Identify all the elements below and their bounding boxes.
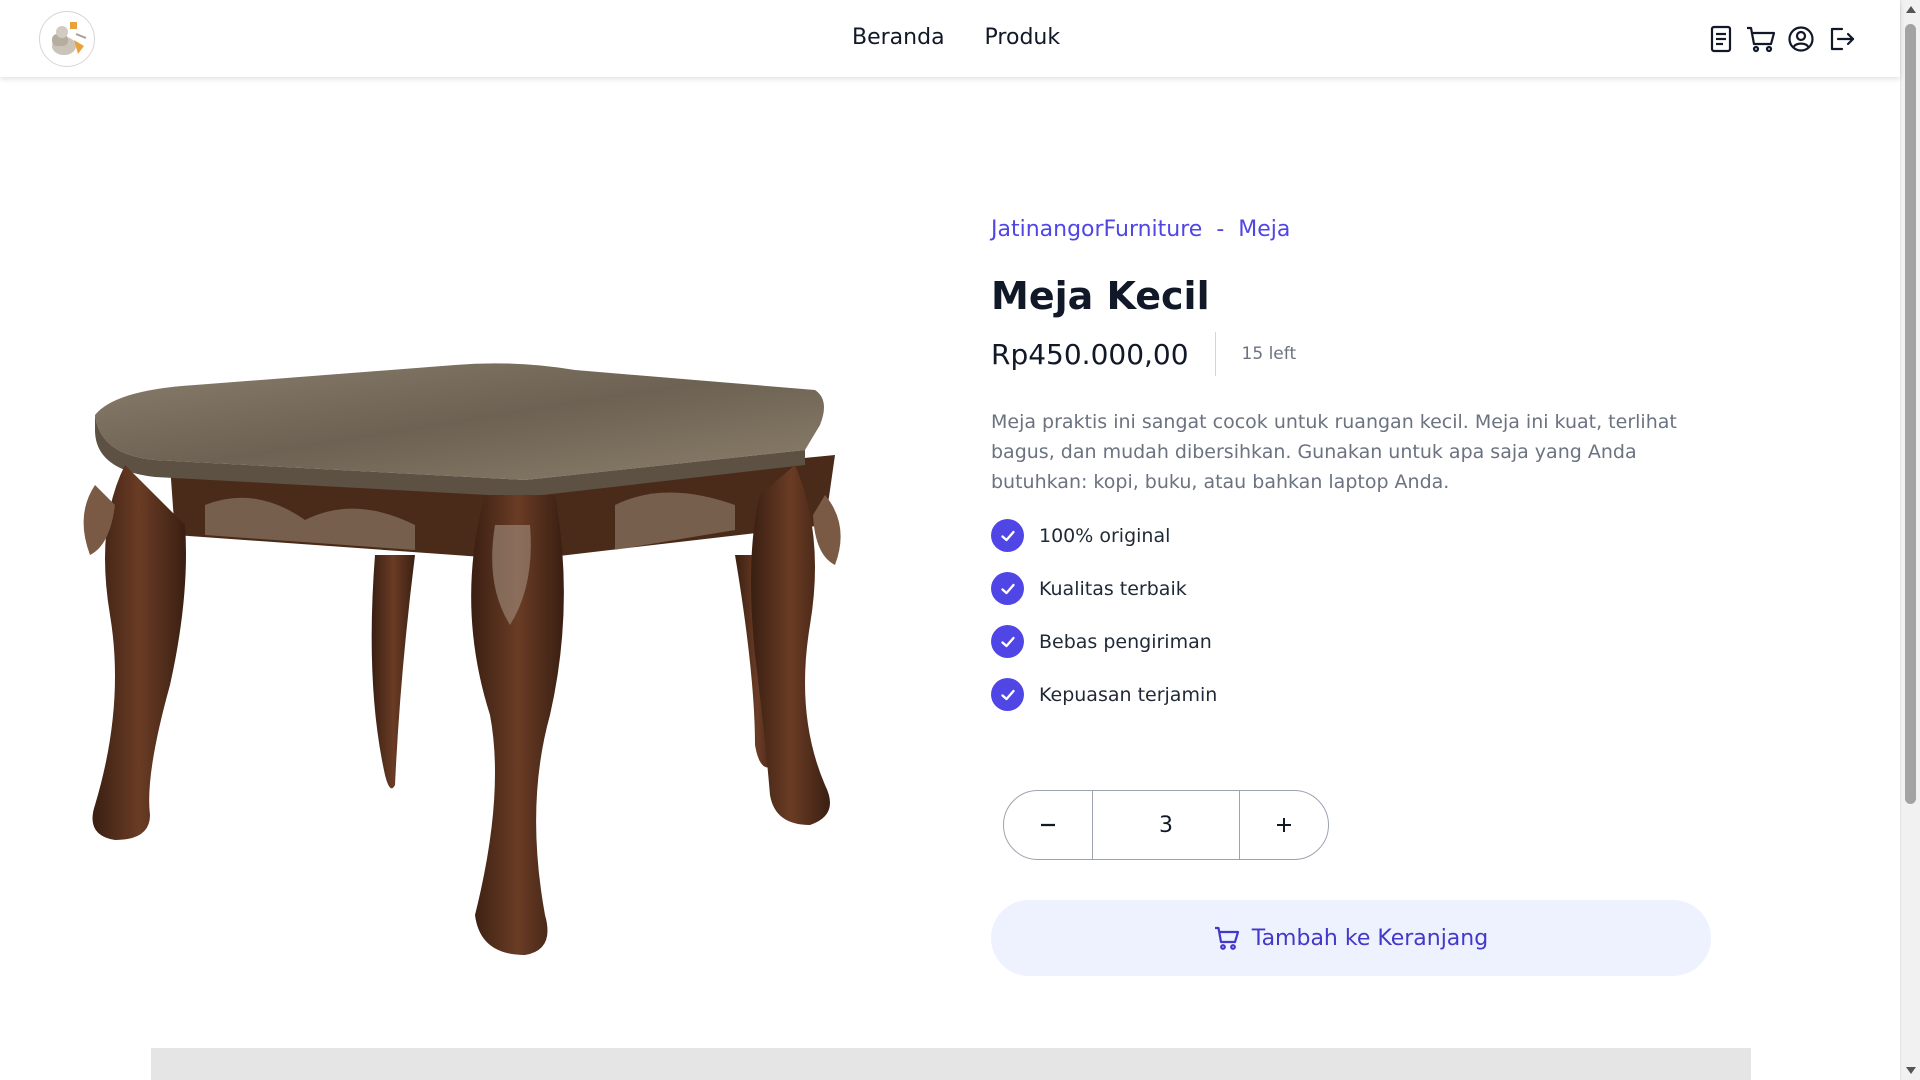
product-price: Rp450.000,00 [991,337,1189,371]
scroll-thumb[interactable] [1905,24,1916,804]
plus-icon [1277,818,1291,832]
cart-icon [1214,926,1239,950]
product-title: Meja Kecil [991,274,1210,318]
increment-button[interactable] [1240,791,1328,859]
breadcrumb: JatinangorFurniture - Meja [991,215,1711,245]
decrement-button[interactable] [1004,791,1092,859]
logo-icon [52,22,87,55]
scroll-up-arrow-icon[interactable] [1906,6,1916,13]
feature-item: Kualitas terbaik [991,572,1711,605]
product-description: Meja praktis ini sangat cocok untuk ruan… [991,411,1677,493]
page-scrollbar[interactable] [1900,0,1920,1080]
add-to-cart-label: Tambah ke Keranjang [1251,925,1489,951]
feature-item: Kepuasan terjamin [991,678,1711,711]
check-circle-icon [991,519,1024,552]
nav-link-beranda[interactable]: Beranda [852,24,945,52]
scroll-down-arrow-icon[interactable] [1906,1067,1916,1074]
quantity-input[interactable] [1092,791,1240,859]
top-navbar: Beranda Produk [0,0,1900,77]
feature-label: Kepuasan terjamin [1039,683,1218,706]
minus-icon [1041,823,1055,827]
nav-link-produk[interactable]: Produk [985,24,1061,52]
nav-icon-group [1706,22,1856,56]
feature-label: 100% original [1039,524,1171,547]
logout-icon[interactable] [1826,22,1856,56]
orders-document-icon[interactable] [1706,22,1736,56]
check-circle-icon [991,572,1024,605]
product-details: JatinangorFurniture - Meja Meja Kecil Rp… [991,215,1711,711]
price-divider [1214,332,1216,376]
feature-label: Kualitas terbaik [1039,577,1187,600]
breadcrumb-store-link[interactable]: JatinangorFurniture [991,215,1202,245]
check-circle-icon [991,678,1024,711]
feature-item: 100% original [991,519,1711,552]
cart-icon[interactable] [1746,22,1776,56]
stock-count: 15 left [1241,344,1297,364]
main-nav: Beranda Produk [852,24,1060,52]
product-image [55,355,865,975]
footer-section-edge [151,1048,1751,1080]
breadcrumb-separator: - [1216,217,1225,242]
quantity-stepper [1003,790,1329,860]
breadcrumb-category-link[interactable]: Meja [1238,215,1290,245]
feature-label: Bebas pengiriman [1039,630,1212,653]
feature-list: 100% original Kualitas terbaik Bebas pen… [991,519,1711,711]
price-row: Rp450.000,00 15 left [991,331,1711,377]
user-circle-icon[interactable] [1786,22,1816,56]
check-circle-icon [991,625,1024,658]
feature-item: Bebas pengiriman [991,625,1711,658]
add-to-cart-button[interactable]: Tambah ke Keranjang [991,900,1711,976]
store-logo[interactable] [39,11,95,67]
